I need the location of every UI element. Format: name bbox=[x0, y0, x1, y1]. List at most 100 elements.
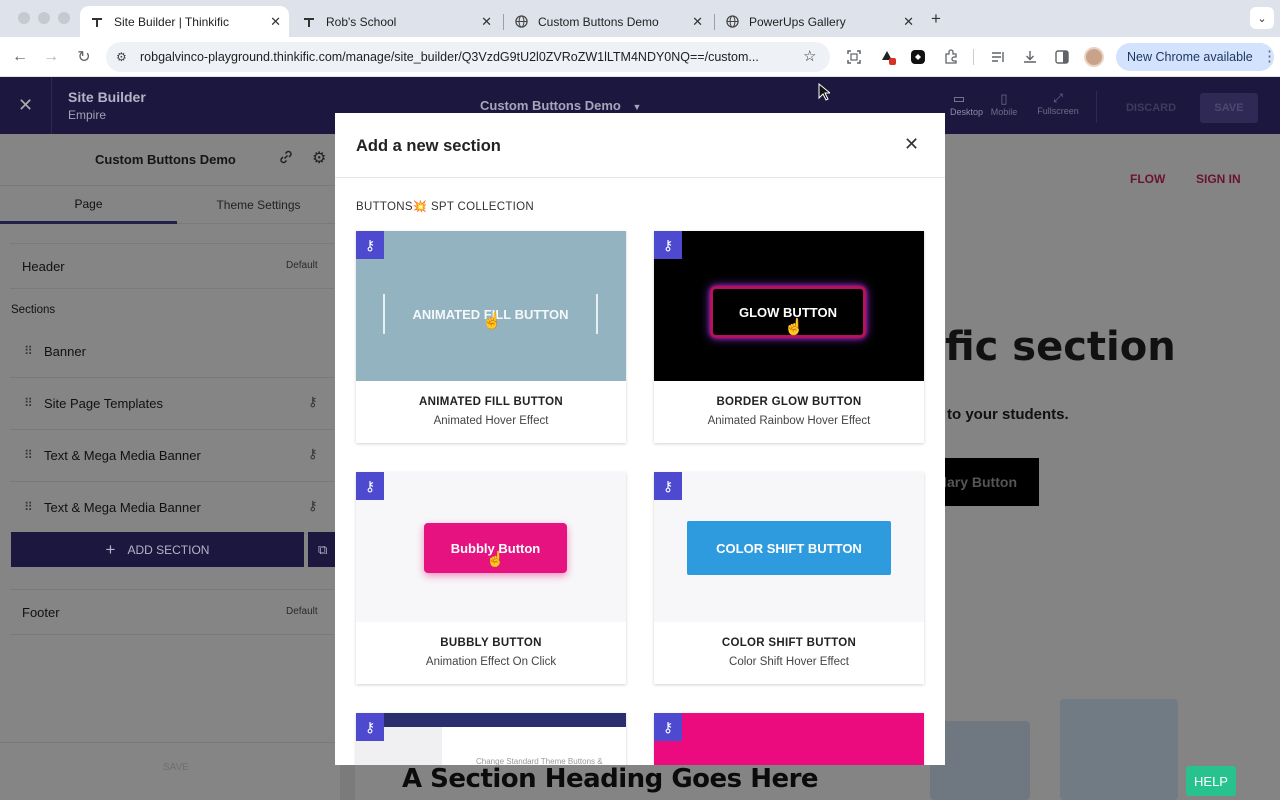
card-thumbnail: ANIMATED FILL BUTTON ☝ bbox=[356, 231, 626, 381]
footer-label: Footer bbox=[22, 605, 60, 620]
section-label: Site Page Templates bbox=[44, 396, 163, 411]
sidebar-header: Custom Buttons Demo ⚙ bbox=[0, 134, 340, 186]
header-section-row[interactable]: Header Default bbox=[10, 243, 334, 289]
desktop-view-button[interactable]: ▭ Desktop bbox=[944, 91, 983, 117]
browser-tab-powerups-gallery[interactable]: PowerUps Gallery ✕ bbox=[715, 6, 922, 37]
card-thumbnail: Bubbly Button ☝ bbox=[356, 472, 626, 622]
header-label: Header bbox=[22, 259, 65, 274]
modal-title: Add a new section bbox=[356, 137, 501, 155]
preview-nav-link[interactable]: FLOW bbox=[1130, 172, 1165, 186]
section-card-partial[interactable]: Change Standard Theme Buttons & ⚷ bbox=[356, 713, 626, 765]
section-card-partial[interactable]: ⚷ bbox=[654, 713, 924, 765]
window-minimize-button[interactable] bbox=[38, 12, 50, 24]
add-section-modal: Add a new section ✕ BUTTONS💥 SPT COLLECT… bbox=[335, 113, 945, 765]
globe-icon bbox=[514, 15, 528, 29]
sidebar-bottom-divider bbox=[0, 742, 355, 743]
plug-icon: ⚷ bbox=[654, 231, 682, 259]
topbar-divider bbox=[1096, 91, 1097, 123]
browser-menu-icon[interactable]: ⋮ bbox=[1262, 47, 1277, 65]
new-chrome-available-button[interactable]: New Chrome available bbox=[1116, 43, 1274, 71]
section-row-text-mega-media-1[interactable]: ⠿ Text & Mega Media Banner ⚷ bbox=[10, 430, 334, 482]
reload-icon[interactable]: ↻ bbox=[72, 45, 96, 69]
address-bar[interactable]: ⚙ robgalvinco-playground.thinkific.com/m… bbox=[106, 42, 830, 72]
close-icon[interactable]: ✕ bbox=[904, 134, 919, 155]
site-name: Custom Buttons Demo bbox=[95, 152, 236, 167]
tab-page[interactable]: Page bbox=[0, 186, 177, 224]
browser-tab-robs-school[interactable]: Rob's School ✕ bbox=[292, 6, 500, 37]
copy-icon: ⧉ bbox=[318, 541, 328, 557]
screen-capture-icon[interactable] bbox=[844, 47, 864, 67]
sidebar-save-button[interactable]: SAVE bbox=[163, 762, 189, 773]
drag-handle-icon[interactable]: ⠿ bbox=[24, 448, 33, 462]
tab-close-icon[interactable]: ✕ bbox=[903, 14, 914, 30]
download-icon[interactable] bbox=[1020, 47, 1040, 67]
close-builder-icon[interactable]: ✕ bbox=[0, 77, 52, 134]
window-close-button[interactable] bbox=[18, 12, 30, 24]
section-card-animated-fill[interactable]: ANIMATED FILL BUTTON ☝ ⚷ ANIMATED FILL B… bbox=[356, 231, 626, 443]
profile-avatar[interactable] bbox=[1084, 47, 1104, 67]
preview-image-placeholder bbox=[930, 721, 1030, 800]
extension-dark-icon[interactable] bbox=[908, 47, 928, 67]
drag-handle-icon[interactable]: ⠿ bbox=[24, 344, 33, 358]
drag-handle-icon[interactable]: ⠿ bbox=[24, 500, 33, 514]
back-arrow-icon[interactable]: ← bbox=[8, 45, 32, 69]
toolbar-divider bbox=[973, 49, 974, 65]
section-row-banner[interactable]: ⠿ Banner bbox=[10, 326, 334, 378]
browser-tab-custom-buttons[interactable]: Custom Buttons Demo ✕ bbox=[504, 6, 711, 37]
drag-handle-icon[interactable]: ⠿ bbox=[24, 396, 33, 410]
side-panel-icon[interactable] bbox=[1052, 47, 1072, 67]
section-label: Banner bbox=[44, 344, 86, 359]
fullscreen-view-button[interactable]: ⤢ Fullscreen bbox=[1034, 91, 1082, 116]
extension-recorder-icon[interactable] bbox=[878, 47, 898, 67]
tab-close-icon[interactable]: ✕ bbox=[270, 14, 281, 30]
mini-preview-text: Change Standard Theme Buttons & bbox=[476, 757, 603, 765]
section-card-bubbly[interactable]: Bubbly Button ☝ ⚷ BUBBLY BUTTON Animatio… bbox=[356, 472, 626, 684]
phone-icon: ▯ bbox=[1000, 91, 1008, 106]
card-thumbnail: Change Standard Theme Buttons & bbox=[356, 713, 626, 765]
site-settings-icon[interactable]: ⚙ bbox=[116, 50, 127, 64]
hand-cursor-icon: ☝ bbox=[486, 551, 505, 568]
expand-icon: ⤢ bbox=[1053, 91, 1063, 105]
gear-icon[interactable]: ⚙ bbox=[312, 148, 326, 168]
builder-title: Site Builder bbox=[68, 89, 146, 105]
globe-icon bbox=[725, 15, 739, 29]
forward-arrow-icon[interactable]: → bbox=[39, 45, 63, 69]
section-card-color-shift[interactable]: COLOR SHIFT BUTTON ⚷ COLOR SHIFT BUTTON … bbox=[654, 472, 924, 684]
hand-cursor-icon: ☝ bbox=[482, 313, 502, 330]
plug-icon: ⚷ bbox=[308, 446, 318, 461]
preview-secondary-button[interactable]: dary Button bbox=[930, 458, 1039, 506]
hand-cursor-icon: ☝ bbox=[784, 319, 804, 336]
mobile-view-button[interactable]: ▯ Mobile bbox=[988, 91, 1020, 117]
thinkific-icon bbox=[90, 15, 104, 29]
page-selector[interactable]: Custom Buttons Demo ▼ bbox=[480, 98, 641, 113]
footer-section-row[interactable]: Footer Default bbox=[10, 589, 334, 635]
card-title: BUBBLY BUTTON bbox=[440, 637, 542, 649]
plug-icon: ⚷ bbox=[356, 713, 384, 741]
tab-theme-settings[interactable]: Theme Settings bbox=[177, 186, 340, 224]
link-icon[interactable] bbox=[278, 149, 294, 169]
section-card-border-glow[interactable]: GLOW BUTTON ☝ ⚷ BORDER GLOW BUTTON Anima… bbox=[654, 231, 924, 443]
new-chrome-label: New Chrome available bbox=[1127, 50, 1253, 64]
section-row-text-mega-media-2[interactable]: ⠿ Text & Mega Media Banner ⚷ bbox=[10, 482, 334, 534]
section-row-site-page-templates[interactable]: ⠿ Site Page Templates ⚷ bbox=[10, 378, 334, 430]
tab-close-icon[interactable]: ✕ bbox=[481, 14, 492, 30]
new-tab-plus-icon[interactable]: + bbox=[931, 9, 941, 29]
tab-close-icon[interactable]: ✕ bbox=[692, 14, 703, 30]
add-section-button[interactable]: + ADD SECTION bbox=[11, 532, 304, 567]
preview-bottom-heading: A Section Heading Goes Here bbox=[402, 764, 819, 794]
sections-label: Sections bbox=[11, 304, 56, 316]
extensions-puzzle-icon[interactable] bbox=[941, 47, 961, 67]
tab-title: Custom Buttons Demo bbox=[538, 14, 659, 29]
discard-button[interactable]: DISCARD bbox=[1112, 93, 1190, 123]
card-thumbnail bbox=[654, 713, 924, 765]
browser-tab-site-builder[interactable]: Site Builder | Thinkific ✕ bbox=[80, 6, 289, 37]
tab-search-chevron-icon[interactable]: ⌄ bbox=[1250, 7, 1274, 29]
help-button[interactable]: HELP bbox=[1186, 766, 1236, 796]
bookmark-star-icon[interactable]: ☆ bbox=[803, 47, 816, 65]
section-label: Text & Mega Media Banner bbox=[44, 500, 201, 515]
window-maximize-button[interactable] bbox=[58, 12, 70, 24]
reading-list-icon[interactable] bbox=[988, 47, 1008, 67]
save-button[interactable]: SAVE bbox=[1200, 93, 1258, 123]
preview-nav-link[interactable]: SIGN IN bbox=[1196, 172, 1241, 186]
card-thumbnail: GLOW BUTTON ☝ bbox=[654, 231, 924, 381]
